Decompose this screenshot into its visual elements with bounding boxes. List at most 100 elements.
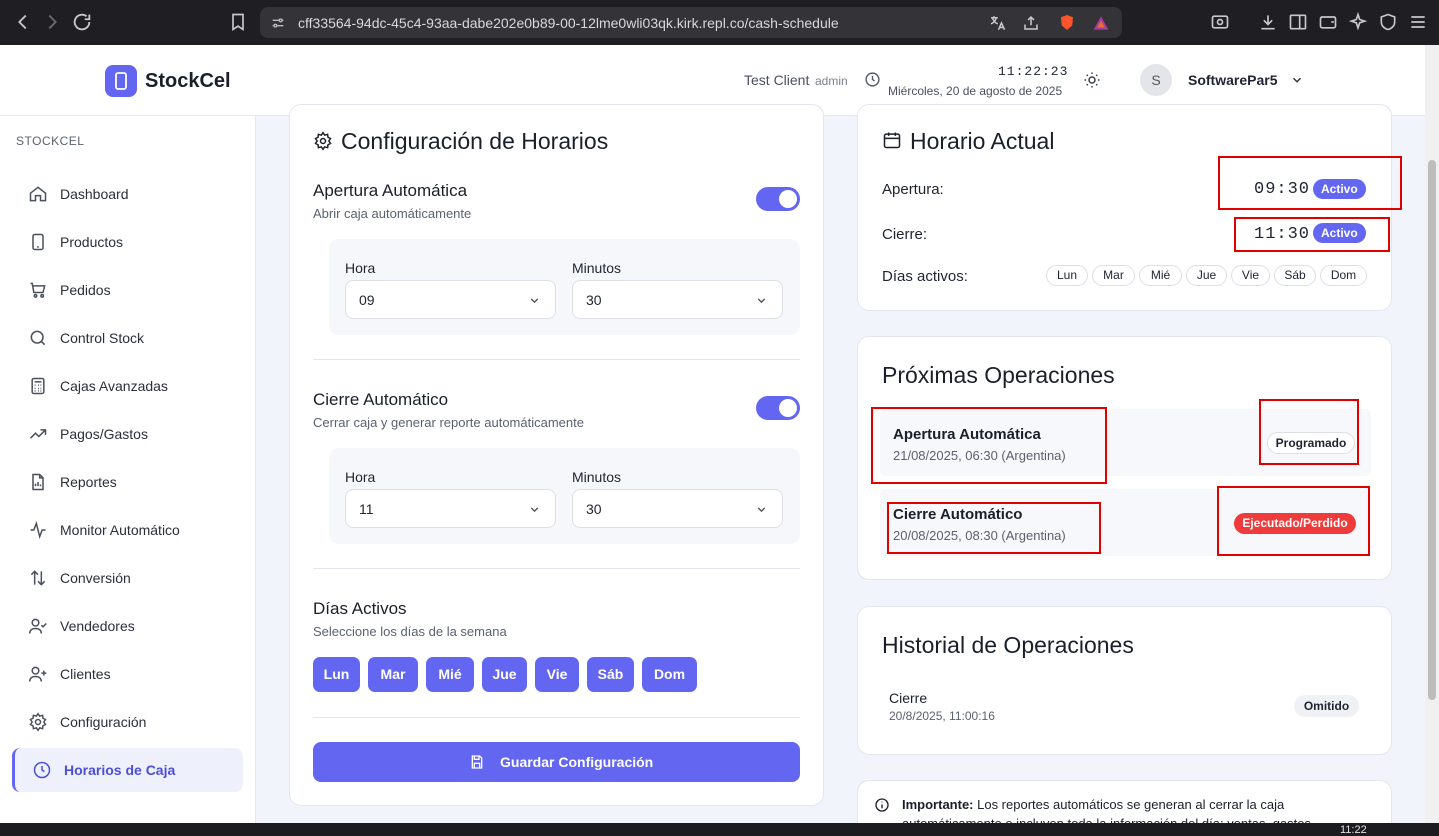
sidebar-item-cajas-avanzadas[interactable]: Cajas Avanzadas: [12, 364, 243, 408]
day-pill-mar: Mar: [1092, 265, 1135, 286]
wallet-icon[interactable]: [1318, 12, 1338, 32]
sidebar-item-dashboard[interactable]: Dashboard: [12, 172, 243, 216]
highlight-box: [1234, 217, 1390, 252]
save-label: Guardar Configuración: [500, 754, 654, 770]
user-plus-icon: [28, 664, 48, 684]
os-taskbar: 11:22: [0, 823, 1439, 836]
cierre-toggle[interactable]: [756, 396, 800, 420]
scrollbar-thumb[interactable]: [1428, 160, 1436, 700]
cierre-hora-label: Hora: [345, 469, 376, 485]
back-icon[interactable]: [12, 11, 34, 33]
note-text: Importante: Los reportes automáticos se …: [902, 797, 1284, 812]
sidebar-item-label: Conversión: [60, 570, 131, 586]
sidebar-item-monitor-automatico[interactable]: Monitor Automático: [12, 508, 243, 552]
dias-activos-label: Días activos:: [882, 268, 968, 285]
menu-icon[interactable]: [1408, 12, 1428, 32]
divider: [313, 359, 800, 360]
sidebar-item-configuracion[interactable]: Configuración: [12, 700, 243, 744]
status-badge: Omitido: [1294, 695, 1359, 717]
select-value: 11: [359, 501, 374, 517]
leo-ai-icon[interactable]: [1348, 12, 1368, 32]
chevron-down-icon[interactable]: [1290, 73, 1304, 87]
user-role: admin: [815, 74, 848, 88]
browser-toolbar: cff33564-94dc-45c4-93aa-dabe202e0b89-00-…: [0, 0, 1439, 45]
site-settings-icon[interactable]: [270, 15, 286, 31]
brave-shield-icon[interactable]: [1058, 13, 1076, 32]
day-button-mar[interactable]: Mar: [368, 657, 418, 692]
cierre-subtitle: Cerrar caja y generar reporte automática…: [313, 415, 584, 430]
home-icon: [28, 184, 48, 204]
sidebar-item-horarios-de-caja[interactable]: Horarios de Caja: [12, 748, 243, 792]
sidebar: STOCKCEL Dashboard Productos Pedidos Con…: [0, 116, 256, 836]
highlight-box: [1259, 399, 1359, 465]
save-config-button[interactable]: Guardar Configuración: [313, 742, 800, 782]
sidebar-item-label: Vendedores: [60, 618, 135, 634]
sidebar-item-label: Productos: [60, 234, 124, 250]
cierre-minutos-label: Minutos: [572, 469, 622, 485]
sidebar-item-reportes[interactable]: Reportes: [12, 460, 243, 504]
sidebar-toggle-icon[interactable]: [1288, 12, 1308, 32]
day-button-jue[interactable]: Jue: [482, 657, 527, 692]
page-scrollbar[interactable]: [1425, 45, 1439, 823]
historial-title: Historial de Operaciones: [882, 632, 1134, 658]
divider: [313, 717, 800, 718]
sidebar-item-label: Monitor Automático: [60, 522, 180, 538]
bookmark-icon[interactable]: [228, 12, 248, 32]
calendar-icon: [882, 130, 902, 150]
sidebar-item-clientes[interactable]: Clientes: [12, 652, 243, 696]
sidebar-item-label: Horarios de Caja: [64, 762, 176, 778]
sidebar-item-pedidos[interactable]: Pedidos: [12, 268, 243, 312]
brand-logo[interactable]: [105, 65, 137, 97]
day-button-sab[interactable]: Sáb: [587, 657, 634, 692]
address-bar[interactable]: cff33564-94dc-45c4-93aa-dabe202e0b89-00-…: [260, 7, 1122, 38]
brand-name[interactable]: StockCel: [145, 70, 231, 93]
translate-icon[interactable]: [988, 14, 1006, 32]
chevron-down-icon: [755, 294, 768, 307]
apertura-hora-select[interactable]: 09: [345, 280, 556, 319]
share-icon[interactable]: [1022, 14, 1040, 32]
select-value: 09: [359, 292, 375, 308]
select-value: 30: [586, 501, 602, 517]
apertura-toggle[interactable]: [756, 187, 800, 211]
hist-title: Cierre: [889, 690, 928, 706]
screenshot-icon[interactable]: [1210, 12, 1230, 32]
sidebar-item-conversion[interactable]: Conversión: [12, 556, 243, 600]
forward-icon[interactable]: [41, 11, 63, 33]
sidebar-item-label: Clientes: [60, 666, 111, 682]
rewards-icon[interactable]: [1092, 14, 1110, 32]
clock-icon: [32, 760, 52, 780]
day-button-lun[interactable]: Lun: [313, 657, 360, 692]
sidebar-title: STOCKCEL: [16, 134, 85, 148]
cierre-minutos-select[interactable]: 30: [572, 489, 783, 528]
sidebar-item-control-stock[interactable]: Control Stock: [12, 316, 243, 360]
apertura-label: Apertura:: [882, 181, 944, 198]
arrows-up-down-icon: [28, 568, 48, 588]
cart-icon: [28, 280, 48, 300]
reload-icon[interactable]: [71, 11, 93, 33]
day-button-dom[interactable]: Dom: [642, 657, 697, 692]
sidebar-item-label: Pagos/Gastos: [60, 426, 148, 442]
cierre-hora-select[interactable]: 11: [345, 489, 556, 528]
sidebar-item-vendedores[interactable]: Vendedores: [12, 604, 243, 648]
theme-toggle-sun-icon[interactable]: [1083, 71, 1101, 89]
config-title: Configuración de Horarios: [341, 128, 609, 154]
apertura-minutos-select[interactable]: 30: [572, 280, 783, 319]
trending-up-icon: [28, 424, 48, 444]
username[interactable]: SoftwarePar5: [1188, 72, 1277, 88]
avatar[interactable]: S: [1140, 64, 1172, 96]
info-icon: [874, 797, 890, 813]
highlight-box: [1217, 486, 1370, 556]
sidebar-item-productos[interactable]: Productos: [12, 220, 243, 264]
apertura-subtitle: Abrir caja automáticamente: [313, 206, 472, 221]
day-button-mie[interactable]: Mié: [426, 657, 474, 692]
vpn-icon[interactable]: [1378, 12, 1398, 32]
sidebar-item-label: Pedidos: [60, 282, 111, 298]
select-value: 30: [586, 292, 602, 308]
day-button-vie[interactable]: Vie: [535, 657, 579, 692]
search-icon: [28, 328, 48, 348]
apertura-hora-label: Hora: [345, 260, 376, 276]
sidebar-item-pagos-gastos[interactable]: Pagos/Gastos: [12, 412, 243, 456]
file-chart-icon: [28, 472, 48, 492]
day-pill-lun: Lun: [1046, 265, 1088, 286]
download-icon[interactable]: [1258, 12, 1278, 32]
